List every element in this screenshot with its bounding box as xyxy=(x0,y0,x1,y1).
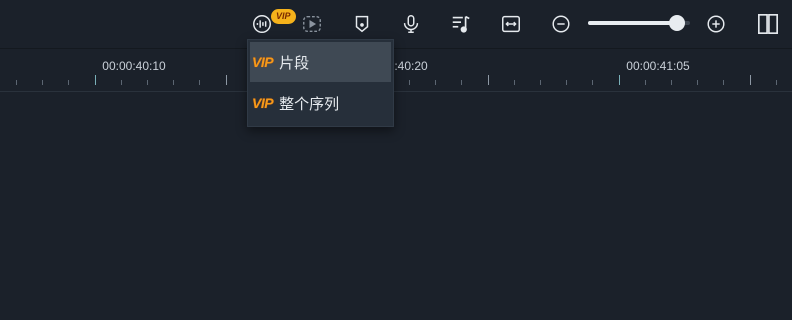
ruler-tick xyxy=(776,80,777,85)
play-clip-icon[interactable] xyxy=(300,12,324,36)
menu-item-whole-sequence[interactable]: VIP 整个序列 xyxy=(250,83,391,123)
zoom-slider-thumb[interactable] xyxy=(669,15,685,31)
ruler-tick xyxy=(750,75,751,85)
timeline-track-area[interactable] xyxy=(0,92,792,320)
ruler-tick xyxy=(68,80,69,85)
ruler-time-label: 00:00:40:10 xyxy=(102,59,166,73)
zoom-slider-fill xyxy=(588,21,677,25)
microphone-icon[interactable] xyxy=(399,12,423,36)
ruler-tick xyxy=(619,75,620,85)
timeline-toolbar: VIP xyxy=(0,0,792,49)
zoom-out-icon[interactable] xyxy=(549,12,573,36)
vip-options-menu: VIP 片段 VIP 整个序列 xyxy=(247,39,394,127)
ruler-tick xyxy=(121,80,122,85)
music-list-icon[interactable] xyxy=(449,12,473,36)
ruler-tick xyxy=(147,80,148,85)
zoom-slider[interactable] xyxy=(588,15,690,31)
ruler-tick xyxy=(645,80,646,85)
ruler-tick xyxy=(461,80,462,85)
menu-item-clip[interactable]: VIP 片段 xyxy=(250,42,391,82)
fit-width-icon[interactable] xyxy=(499,12,523,36)
ruler-tick xyxy=(95,75,96,85)
menu-item-label: 整个序列 xyxy=(279,95,340,113)
ruler-tick xyxy=(226,75,227,85)
zoom-in-icon[interactable] xyxy=(704,12,728,36)
ruler-tick xyxy=(488,75,489,85)
ruler-tick xyxy=(409,80,410,85)
ruler-tick xyxy=(435,80,436,85)
ruler-tick xyxy=(671,80,672,85)
ruler-tick xyxy=(199,80,200,85)
vip-badge: VIP xyxy=(271,9,296,24)
vip-icon: VIP xyxy=(252,95,274,111)
ruler-time-label: 00:00:41:05 xyxy=(626,59,690,73)
timeline-ruler[interactable]: 00:00:40:10 00:00:40:20 00:00:41:05 xyxy=(0,49,792,92)
ruler-tick xyxy=(592,80,593,85)
ruler-tick xyxy=(42,80,43,85)
ruler-tick xyxy=(514,80,515,85)
ruler-tick xyxy=(697,80,698,85)
ruler-tick xyxy=(566,80,567,85)
split-view-icon[interactable] xyxy=(756,12,780,36)
vip-icon: VIP xyxy=(252,54,274,70)
ruler-tick xyxy=(173,80,174,85)
ruler-tick xyxy=(540,80,541,85)
ruler-tick xyxy=(16,80,17,85)
marker-icon[interactable] xyxy=(350,12,374,36)
ruler-tick xyxy=(723,80,724,85)
menu-item-label: 片段 xyxy=(279,54,310,72)
